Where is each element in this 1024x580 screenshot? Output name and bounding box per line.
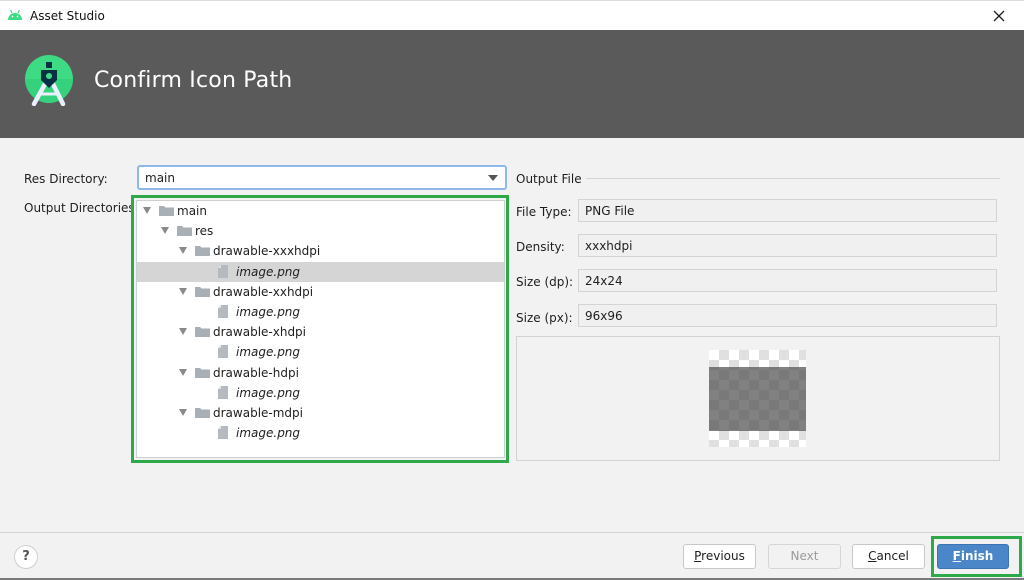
output-directories-tree[interactable]: main res drawable-xxxhdpi image.png drawable… [136,200,505,458]
tree-folder-label: drawable-mdpi [213,406,303,420]
finish-mnemonic: F [952,549,961,563]
help-button[interactable]: ? [14,545,38,569]
expand-toggle-icon[interactable] [179,287,187,295]
file-icon [218,264,228,278]
folder-icon [195,326,210,338]
expand-toggle-icon[interactable] [179,247,187,255]
tree-file-row[interactable]: image.png [137,342,504,362]
size-dp-field: 24x24 [578,269,997,292]
tree-folder-row[interactable]: main [137,201,504,221]
previous-button[interactable]: Previous [683,544,756,569]
folder-icon [195,286,210,297]
tree-file-label: image.png [236,345,301,360]
page-title: Confirm Icon Path [94,68,293,93]
icon-preview-shape [709,367,806,431]
folder-icon [177,225,192,237]
file-icon [218,385,228,399]
output-file-section-title: Output File [516,172,582,186]
tree-folder-row[interactable]: drawable-hdpi [137,363,504,383]
previous-label: revious [701,549,745,563]
next-label: Next [790,549,819,563]
icon-preview-panel [516,336,1000,461]
tree-file-label: image.png [236,385,301,400]
finish-button[interactable]: Finish [937,544,1009,569]
android-icon [8,9,22,20]
tree-folder-row[interactable]: res [137,221,504,241]
tree-file-label: image.png [236,426,301,441]
help-icon: ? [22,549,30,564]
folder-icon [159,205,174,216]
icon-preview-image [709,350,806,447]
window-title: Asset Studio [30,9,105,23]
file-icon [218,426,228,440]
output-directories-label: Output Directories: [24,201,139,215]
expand-toggle-icon[interactable] [179,368,187,376]
size-px-label: Size (px): [516,311,573,325]
file-icon [218,305,228,318]
tree-folder-row[interactable]: drawable-xhdpi [137,322,504,342]
density-label: Density: [516,240,565,254]
file-type-value: PNG File [585,204,635,218]
cancel-button[interactable]: Cancel [852,544,925,569]
footer-divider [0,532,1024,533]
expand-toggle-icon[interactable] [143,207,151,214]
folder-icon [195,407,210,418]
density-value: xxxhdpi [585,239,633,253]
tree-folder-label: main [177,204,207,218]
expand-toggle-icon[interactable] [161,227,169,235]
expand-toggle-icon[interactable] [179,328,187,336]
chevron-down-icon [488,175,498,181]
cancel-mnemonic: C [868,549,877,563]
wizard-header: Confirm Icon Path [0,30,1024,138]
file-icon [218,345,228,359]
tree-folder-row[interactable]: drawable-mdpi [137,403,504,423]
finish-label: inish [960,549,994,563]
size-dp-label: Size (dp): [516,275,574,289]
tree-folder-row[interactable]: drawable-xxhdpi [137,282,504,302]
cancel-label: ancel [876,549,909,563]
tree-folder-label: drawable-xxhdpi [213,284,314,299]
android-studio-logo [25,55,73,106]
res-directory-dropdown[interactable]: main [137,165,507,190]
section-divider [586,178,1000,179]
tree-file-row[interactable]: image.png [137,261,504,282]
close-icon[interactable] [990,7,1008,25]
tree-folder-label: drawable-hdpi [213,365,299,380]
file-type-label: File Type: [516,205,572,219]
tree-file-row[interactable]: image.png [137,383,504,403]
file-type-field: PNG File [578,199,997,222]
density-field: xxxhdpi [578,234,997,257]
size-px-value: 96x96 [585,309,623,323]
res-directory-label: Res Directory: [24,172,108,186]
expand-toggle-icon[interactable] [179,409,187,416]
tree-folder-row[interactable]: drawable-xxxhdpi [137,241,504,261]
res-directory-value: main [145,171,175,185]
folder-icon [195,367,210,378]
folder-icon [195,245,210,257]
next-button[interactable]: Next [768,544,841,569]
tree-file-row[interactable]: image.png [137,302,504,322]
window-titlebar: Asset Studio [0,0,1024,30]
tree-file-label: image.png [236,264,301,279]
tree-folder-label: drawable-xxxhdpi [213,244,321,259]
tree-folder-label: res [195,224,214,239]
tree-file-row[interactable]: image.png [137,423,504,443]
size-dp-value: 24x24 [585,274,623,288]
size-px-field: 96x96 [578,304,997,327]
tree-folder-label: drawable-xhdpi [213,325,307,340]
tree-file-label: image.png [236,305,301,319]
